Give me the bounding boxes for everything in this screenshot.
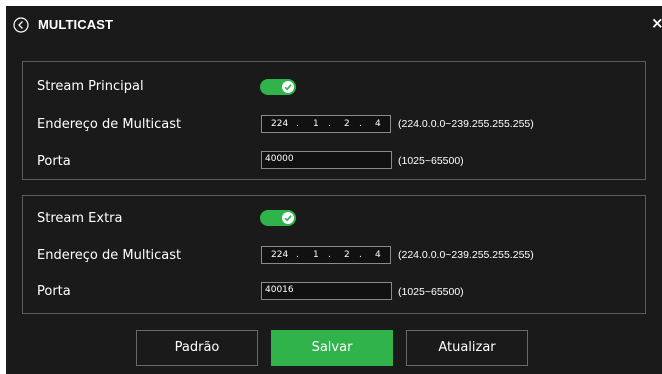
- main-address-label: Endereço de Multicast: [37, 117, 182, 132]
- main-stream-group: Stream Principal Endereço de Multicast 2…: [22, 61, 646, 180]
- save-button[interactable]: Salvar: [271, 330, 393, 366]
- ip-octet-4[interactable]: 4: [375, 119, 381, 129]
- main-stream-label: Stream Principal: [37, 79, 144, 94]
- extra-stream-label: Stream Extra: [37, 211, 123, 226]
- ip-octet-1[interactable]: 224: [271, 250, 288, 260]
- ip-separator: .: [296, 250, 299, 260]
- main-address-input[interactable]: 224 . 1 . 2 . 4: [261, 115, 391, 133]
- ip-octet-4[interactable]: 4: [375, 250, 381, 260]
- main-stream-toggle[interactable]: [260, 79, 296, 95]
- ip-octet-2[interactable]: 1: [313, 119, 319, 129]
- ip-separator: .: [328, 250, 331, 260]
- extra-address-input[interactable]: 224 . 1 . 2 . 4: [261, 246, 391, 264]
- title-bar: MULTICAST ×: [6, 6, 662, 38]
- dialog-title: MULTICAST: [38, 17, 114, 32]
- ip-separator: .: [359, 119, 362, 129]
- close-icon[interactable]: ×: [651, 16, 662, 31]
- main-port-input[interactable]: 40000: [261, 151, 392, 169]
- back-circle-icon[interactable]: [13, 17, 29, 33]
- ip-separator: .: [328, 119, 331, 129]
- ip-octet-2[interactable]: 1: [313, 250, 319, 260]
- refresh-button[interactable]: Atualizar: [406, 330, 528, 366]
- check-icon: [282, 212, 294, 224]
- ip-octet-3[interactable]: 2: [344, 119, 350, 129]
- extra-port-input[interactable]: 40016: [261, 282, 392, 300]
- extra-address-label: Endereço de Multicast: [37, 248, 182, 263]
- ip-octet-1[interactable]: 224: [271, 119, 288, 129]
- multicast-dialog: MULTICAST × Stream Principal Endereço de…: [6, 6, 662, 374]
- extra-stream-group: Stream Extra Endereço de Multicast 224 .…: [22, 195, 646, 314]
- main-address-range: (224.0.0.0~239.255.255.255): [398, 118, 534, 130]
- check-icon: [282, 81, 294, 93]
- extra-address-range: (224.0.0.0~239.255.255.255): [398, 249, 534, 261]
- extra-port-range: (1025~65500): [398, 286, 464, 298]
- extra-port-label: Porta: [37, 284, 71, 299]
- ip-separator: .: [359, 250, 362, 260]
- main-port-range: (1025~65500): [398, 155, 464, 167]
- ip-octet-3[interactable]: 2: [344, 250, 350, 260]
- main-port-label: Porta: [37, 154, 71, 169]
- ip-separator: .: [296, 119, 299, 129]
- default-button[interactable]: Padrão: [136, 330, 258, 366]
- extra-stream-toggle[interactable]: [260, 210, 296, 226]
